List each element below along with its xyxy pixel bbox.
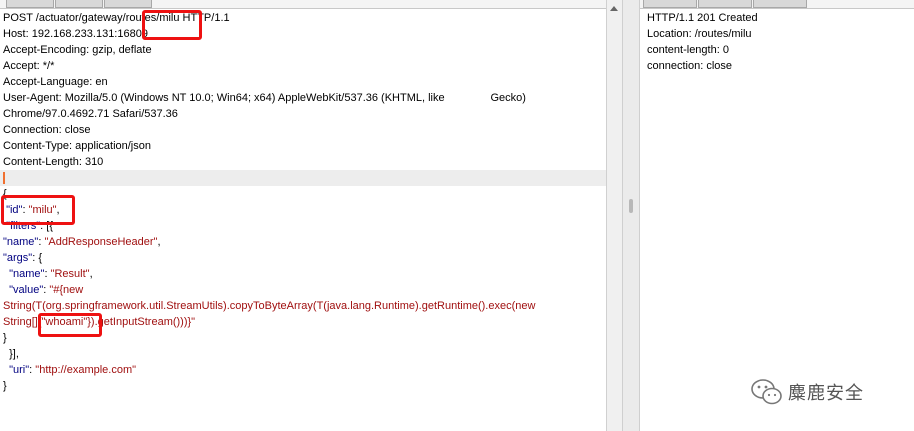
header-accept-encoding: Accept-Encoding: gzip, deflate	[3, 44, 152, 56]
response-connection: connection: close	[647, 60, 732, 72]
header-accept-language: Accept-Language: en	[3, 76, 108, 88]
response-tab[interactable]	[753, 0, 807, 8]
json-line-arg-name: "name": "Result",	[9, 268, 93, 280]
request-scrollbar[interactable]	[606, 0, 622, 431]
request-line: POST /actuator/gateway/routes/milu HTTP/…	[3, 12, 230, 24]
json-line-args: "args": {	[3, 252, 43, 264]
cursor-line[interactable]	[0, 170, 606, 186]
pane-splitter[interactable]	[622, 0, 640, 431]
json-line-value-cont: String(T(org.springframework.util.Stream…	[3, 300, 536, 312]
request-tab[interactable]	[104, 0, 152, 8]
request-tab[interactable]	[55, 0, 103, 8]
request-editor[interactable]: POST /actuator/gateway/routes/milu HTTP/…	[0, 0, 622, 431]
json-line-value: "value": "#{new	[9, 284, 84, 296]
request-tab[interactable]	[6, 0, 54, 8]
response-location: Location: /routes/milu	[647, 28, 752, 40]
json-line-name: "name": "AddResponseHeader",	[3, 236, 161, 248]
json-line-close: }	[3, 380, 7, 392]
response-viewer[interactable]: HTTP/1.1 201 Created Location: /routes/m…	[640, 0, 914, 431]
watermark: 麋鹿安全	[750, 372, 900, 412]
json-line: {	[3, 188, 7, 200]
json-line-filters: "filters": [{	[6, 220, 53, 232]
json-line-id: "id": "milu",	[6, 204, 60, 216]
response-content-length: content-length: 0	[647, 44, 729, 56]
highlight-id-field	[1, 195, 75, 225]
header-content-length: Content-Length: 310	[3, 156, 104, 168]
highlight-whoami	[38, 313, 102, 337]
response-status: HTTP/1.1 201 Created	[647, 12, 758, 24]
header-accept: Accept: */*	[3, 60, 55, 72]
response-text: HTTP/1.1 201 Created Location: /routes/m…	[647, 10, 898, 74]
header-host: Host: 192.168.233.131:16809	[3, 28, 148, 40]
wechat-icon	[751, 379, 782, 405]
header-user-agent-cont: Chrome/97.0.4692.71 Safari/537.36	[3, 108, 178, 120]
response-tab-strip	[640, 0, 914, 9]
text-caret	[3, 172, 5, 184]
request-tab-strip	[0, 0, 622, 9]
json-line-close: }],	[3, 348, 19, 360]
header-user-agent: User-Agent: Mozilla/5.0 (Windows NT 10.0…	[3, 92, 526, 104]
watermark-text: 麋鹿安全	[788, 383, 864, 403]
scroll-up-icon[interactable]	[610, 6, 618, 11]
response-tab[interactable]	[698, 0, 752, 8]
splitter-grip-icon[interactable]	[629, 199, 633, 213]
header-content-type: Content-Type: application/json	[3, 140, 151, 152]
header-connection: Connection: close	[3, 124, 91, 136]
json-line-uri: "uri": "http://example.com"	[9, 364, 137, 376]
response-tab[interactable]	[643, 0, 697, 8]
highlight-route-id	[142, 10, 202, 40]
